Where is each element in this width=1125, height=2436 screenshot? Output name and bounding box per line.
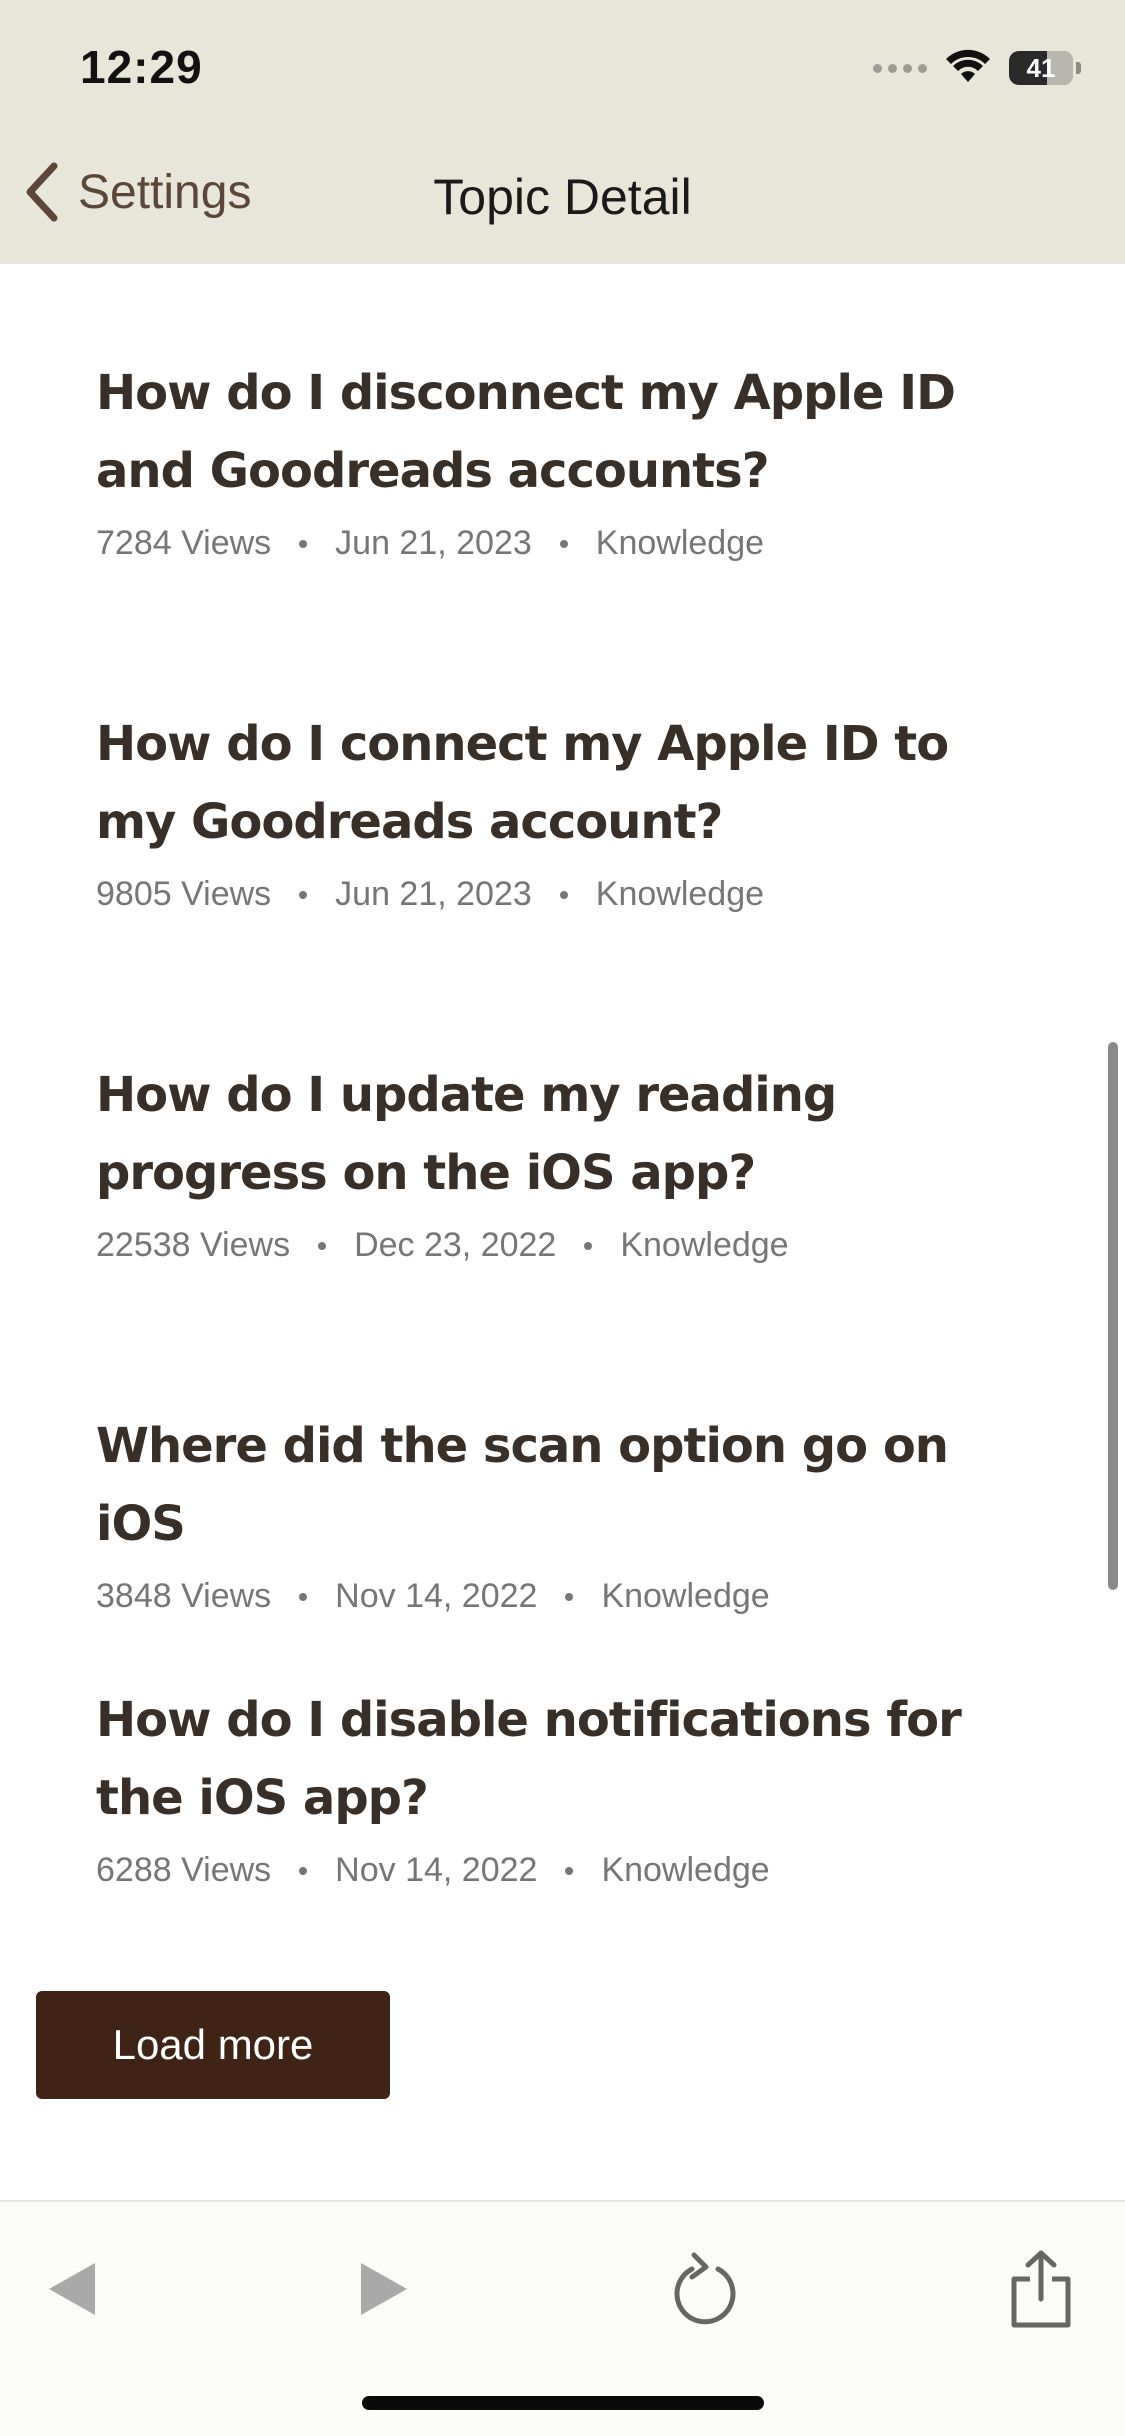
article-title[interactable]: Where did the scan option go on iOS xyxy=(96,1407,1016,1563)
wifi-icon xyxy=(945,48,991,89)
header: 12:29 41 Settings Topic Detail xyxy=(0,0,1125,264)
scrollbar[interactable] xyxy=(1108,1042,1118,1590)
article-date: Nov 14, 2022 xyxy=(335,1577,538,1615)
article-meta: 22538 Views Dec 23, 2022 Knowledge xyxy=(96,1226,1016,1265)
article-category: Knowledge xyxy=(601,1851,770,1889)
battery-level: 41 xyxy=(1026,52,1056,83)
list-item[interactable]: How do I disconnect my Apple ID and Good… xyxy=(96,354,1016,563)
article-title[interactable]: How do I connect my Apple ID to my Goodr… xyxy=(96,705,1016,861)
separator-dot xyxy=(299,539,308,548)
separator-dot xyxy=(559,890,568,899)
view-count: 3848 Views xyxy=(96,1577,272,1615)
article-category: Knowledge xyxy=(601,1577,770,1615)
battery-icon: 41 xyxy=(1009,51,1073,85)
forward-arrow-icon[interactable] xyxy=(338,2244,428,2334)
article-date: Jun 21, 2023 xyxy=(335,875,532,913)
article-date: Dec 23, 2022 xyxy=(354,1226,557,1264)
cellular-signal-icon xyxy=(873,63,927,73)
status-time: 12:29 xyxy=(80,41,203,93)
separator-dot xyxy=(559,539,568,548)
article-meta: 7284 Views Jun 21, 2023 Knowledge xyxy=(96,524,1016,563)
separator-dot xyxy=(584,1241,593,1250)
article-meta: 6288 Views Nov 14, 2022 Knowledge xyxy=(96,1851,1016,1890)
article-date: Jun 21, 2023 xyxy=(335,524,532,562)
view-count: 9805 Views xyxy=(96,875,272,913)
separator-dot xyxy=(565,1866,574,1875)
separator-dot xyxy=(318,1241,327,1250)
article-category: Knowledge xyxy=(595,524,765,562)
page-title: Topic Detail xyxy=(433,169,692,225)
reload-icon[interactable] xyxy=(660,2244,750,2334)
article-meta: 3848 Views Nov 14, 2022 Knowledge xyxy=(96,1577,1016,1616)
separator-dot xyxy=(299,890,308,899)
list-item[interactable]: How do I connect my Apple ID to my Goodr… xyxy=(96,705,1016,914)
list-item[interactable]: Where did the scan option go on iOS 3848… xyxy=(96,1407,1016,1616)
separator-dot xyxy=(565,1592,574,1601)
view-count: 22538 Views xyxy=(96,1226,291,1264)
home-indicator[interactable] xyxy=(362,2396,764,2410)
article-date: Nov 14, 2022 xyxy=(335,1851,538,1889)
load-more-button[interactable]: Load more xyxy=(36,1991,390,2099)
list-item[interactable]: How do I update my reading progress on t… xyxy=(96,1056,1016,1265)
article-meta: 9805 Views Jun 21, 2023 Knowledge xyxy=(96,875,1016,914)
article-title[interactable]: How do I disable notifications for the i… xyxy=(96,1681,1016,1837)
separator-dot xyxy=(299,1592,308,1601)
view-count: 7284 Views xyxy=(96,524,272,562)
view-count: 6288 Views xyxy=(96,1851,272,1889)
status-icons: 41 xyxy=(873,46,1081,90)
article-title[interactable]: How do I disconnect my Apple ID and Good… xyxy=(96,354,1016,510)
list-item[interactable]: How do I disable notifications for the i… xyxy=(96,1681,1016,1890)
back-arrow-icon[interactable] xyxy=(28,2244,118,2334)
article-category: Knowledge xyxy=(595,875,765,913)
article-title[interactable]: How do I update my reading progress on t… xyxy=(96,1056,1016,1212)
share-icon[interactable] xyxy=(996,2244,1086,2334)
screen: 12:29 41 Settings Topic Detail How do I … xyxy=(0,0,1125,2436)
article-category: Knowledge xyxy=(620,1226,789,1264)
separator-dot xyxy=(299,1866,308,1875)
